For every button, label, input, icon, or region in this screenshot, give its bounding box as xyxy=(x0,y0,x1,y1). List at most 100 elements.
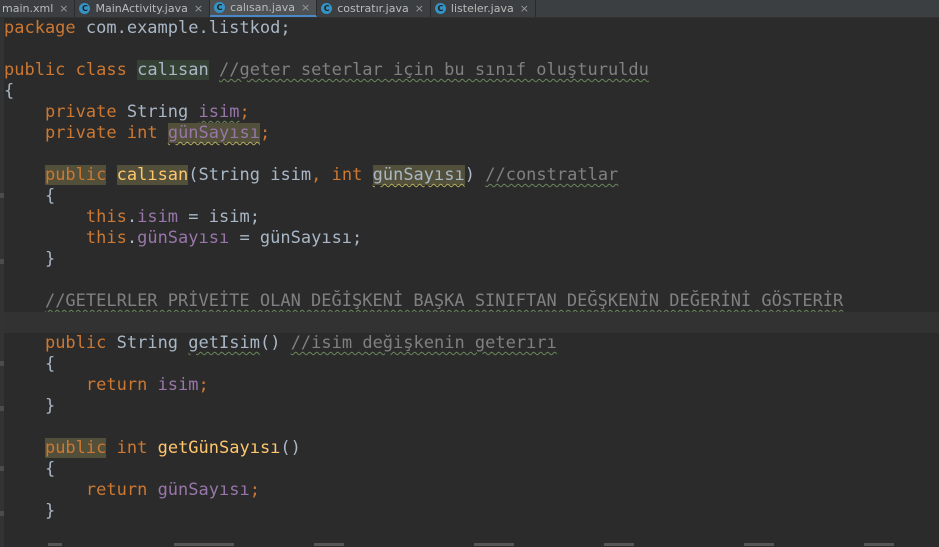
brace: } xyxy=(44,501,56,521)
code-line-11: this.günSayısı = günSayısı; xyxy=(4,228,939,249)
tab-label: costratır.java xyxy=(337,2,409,15)
keyword: return xyxy=(85,480,148,500)
keyword: int xyxy=(331,165,363,185)
comment: //GETELRLER PRİVEİTE OLAN DEĞİŞKENİ BAŞK… xyxy=(44,291,844,311)
code-line-19: } xyxy=(4,396,939,417)
keyword: return xyxy=(85,375,148,395)
constructor-name: calısan xyxy=(116,165,189,185)
keyword: public xyxy=(44,165,107,185)
close-icon[interactable]: × xyxy=(520,3,529,14)
close-icon[interactable]: × xyxy=(301,2,310,13)
keyword: private xyxy=(44,102,117,122)
java-class-icon: C xyxy=(321,3,333,14)
clipped-glyph xyxy=(604,543,634,546)
keyword: public xyxy=(44,438,107,458)
close-icon[interactable]: × xyxy=(194,3,203,14)
code-line-18: return isim; xyxy=(4,375,939,396)
keyword: int xyxy=(116,438,148,458)
dot: . xyxy=(126,207,138,227)
comment: //isim değişkenin geterırı xyxy=(290,333,557,353)
brace: } xyxy=(44,396,56,416)
code-line-12: } xyxy=(4,249,939,270)
code-line-23: return günSayısı; xyxy=(4,480,939,501)
keyword: this xyxy=(85,228,127,248)
tab-mainactivity-java[interactable]: C MainActivity.java × xyxy=(75,0,211,17)
code-line-9: { xyxy=(4,186,939,207)
tab-listeler-java[interactable]: C listeler.java × xyxy=(431,0,536,17)
class-name: calısan xyxy=(137,60,209,80)
keyword: private xyxy=(44,123,117,143)
clipped-glyph xyxy=(48,543,62,546)
code-line-14: //GETELRLER PRİVEİTE OLAN DEĞİŞKENİ BAŞK… xyxy=(4,291,939,312)
semicolon: ; xyxy=(198,375,209,395)
code-line-5: private String isim; xyxy=(4,102,939,123)
close-icon[interactable]: × xyxy=(415,3,424,14)
field-name: isim xyxy=(137,207,179,227)
comment: //geter seterlar için bu sınıf oluşturul… xyxy=(219,60,649,80)
semicolon: ; xyxy=(259,123,271,143)
field-name: günSayısı xyxy=(137,228,230,248)
code-line-21: public int getGünSayısı() xyxy=(4,438,939,459)
clipped-glyph xyxy=(314,543,344,546)
param-name: günSayısı xyxy=(372,165,465,185)
field-name: isim xyxy=(157,375,199,395)
tab-label: calısan.java xyxy=(230,1,295,14)
java-class-icon: C xyxy=(214,2,226,13)
brace: { xyxy=(44,459,56,479)
field-name: günSayısı xyxy=(167,123,260,143)
keyword: class xyxy=(75,60,127,80)
brace: } xyxy=(44,249,56,269)
code-line-24: } xyxy=(4,501,939,522)
tab-costratir-java[interactable]: C costratır.java × xyxy=(317,0,431,17)
field-name: günSayısı xyxy=(157,480,250,500)
type: String xyxy=(198,165,260,185)
java-class-icon: C xyxy=(79,3,91,14)
method-name: getIsim xyxy=(188,333,260,353)
keyword: int xyxy=(126,123,158,143)
clipped-glyph xyxy=(744,543,774,546)
clipped-code-line xyxy=(4,540,939,547)
package-name: com.example.listkod; xyxy=(75,18,291,38)
paren: ( xyxy=(188,165,199,185)
code-line-15-caret[interactable] xyxy=(4,312,939,333)
type: String xyxy=(116,333,179,353)
editor-tab-bar: main.xml × C MainActivity.java × C calıs… xyxy=(0,0,939,18)
clipped-glyph xyxy=(174,543,234,546)
tab-label: listeler.java xyxy=(450,2,514,15)
tab-main-xml[interactable]: main.xml × xyxy=(0,0,76,17)
paren: ) xyxy=(464,165,475,185)
tab-label: main.xml xyxy=(2,2,54,15)
keyword: public xyxy=(44,333,107,353)
comma: , xyxy=(311,165,332,185)
comment: //constratlar xyxy=(485,165,619,185)
tab-label: MainActivity.java xyxy=(95,2,188,15)
code-line-22: { xyxy=(4,459,939,480)
method-name-text: getIsim xyxy=(188,333,260,353)
code-line-17: { xyxy=(4,354,939,375)
code-line-6: private int günSayısı; xyxy=(4,123,939,144)
brace: { xyxy=(4,81,15,101)
code-line-1: package com.example.listkod; xyxy=(4,18,939,39)
clipped-glyph xyxy=(864,543,894,546)
code-line-8: public calısan(String isim, int günSayıs… xyxy=(4,165,939,186)
keyword: this xyxy=(85,207,127,227)
parens: () xyxy=(259,333,281,353)
code-line-4: { xyxy=(4,81,939,102)
param-name: isim xyxy=(270,165,312,185)
ide-window: main.xml × C MainActivity.java × C calıs… xyxy=(0,0,939,547)
semicolon: ; xyxy=(249,480,260,500)
code-editor[interactable]: package com.example.listkod; public clas… xyxy=(4,18,939,547)
semicolon: ; xyxy=(239,102,250,122)
field-name: isim xyxy=(198,102,240,122)
parens: () xyxy=(280,438,301,458)
clipped-glyph xyxy=(474,543,514,546)
method-name: getGünSayısı xyxy=(157,438,281,458)
dot: . xyxy=(126,228,138,248)
brace: { xyxy=(44,354,56,374)
keyword: public xyxy=(4,60,66,80)
assignment: = günSayısı; xyxy=(229,228,363,248)
tab-calisan-java[interactable]: C calısan.java × xyxy=(210,0,318,17)
code-line-3: public class calısan //geter seterlar iç… xyxy=(4,60,939,81)
type: String xyxy=(126,102,189,122)
close-icon[interactable]: × xyxy=(59,3,68,14)
